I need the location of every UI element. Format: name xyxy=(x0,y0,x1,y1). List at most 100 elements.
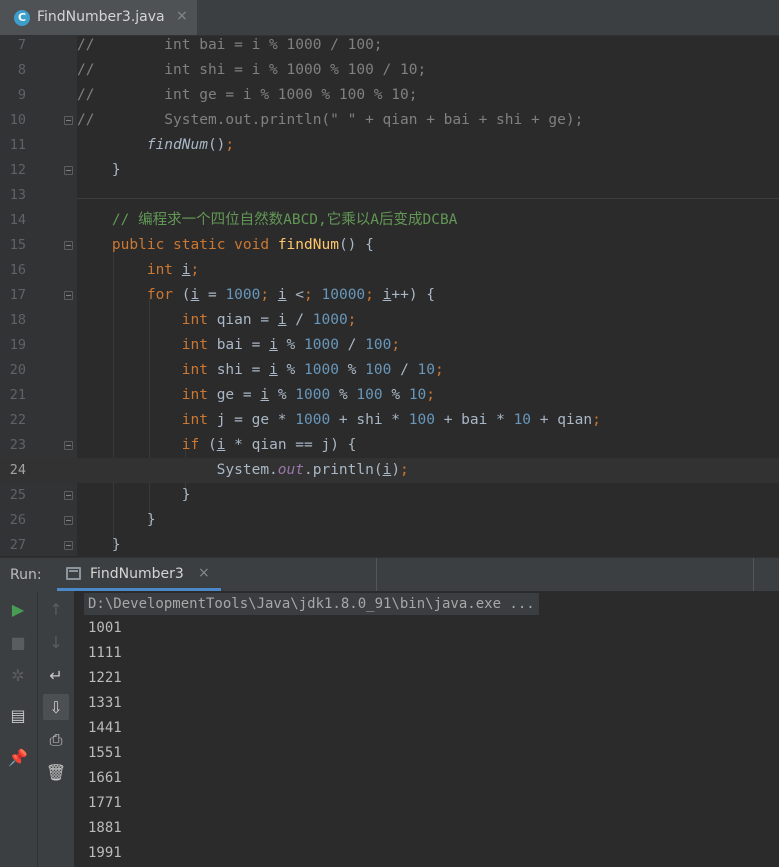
code-line[interactable]: 22 int j = ge * 1000 + shi * 100 + bai *… xyxy=(0,408,779,433)
code-line[interactable]: 12 } xyxy=(0,158,779,183)
run-toolbar-left: ▶ ■ ✲ ▤ 📌 xyxy=(0,591,37,867)
debug-bug-icon[interactable]: ✲ xyxy=(5,662,31,688)
line-number: 22 xyxy=(9,412,26,428)
layout-icon[interactable]: ▤ xyxy=(5,702,31,728)
code-text: // System.out.println(" " + qian + bai +… xyxy=(77,112,584,128)
run-tab-findnumber3[interactable]: FindNumber3 × xyxy=(57,558,221,591)
line-number: 16 xyxy=(9,262,26,278)
code-line[interactable]: 25 } xyxy=(0,483,779,508)
up-arrow-icon[interactable]: ↑ xyxy=(43,596,69,622)
code-line[interactable]: 17 for (i = 1000; i <; 10000; i++) { xyxy=(0,283,779,308)
close-icon[interactable]: × xyxy=(176,8,188,24)
soft-wrap-icon[interactable]: ↵ xyxy=(43,662,69,688)
code-text: int bai = i % 1000 / 100; xyxy=(181,337,401,353)
code-text: } xyxy=(77,512,156,528)
line-number: 7 xyxy=(17,37,26,53)
line-number: 25 xyxy=(9,487,26,503)
line-number: 11 xyxy=(9,137,26,153)
code-text: if (i * qian == j) { xyxy=(181,437,357,453)
code-line[interactable]: 13 xyxy=(0,183,779,208)
code-line[interactable]: 23 if (i * qian == j) { xyxy=(0,433,779,458)
code-line[interactable]: 21 int ge = i % 1000 % 100 % 10; xyxy=(0,383,779,408)
java-class-icon: C xyxy=(14,10,30,26)
console-output-line: 1991 xyxy=(88,845,122,861)
line-number: 17 xyxy=(9,287,26,303)
console-output[interactable]: D:\DevelopmentTools\Java\jdk1.8.0_91\bin… xyxy=(74,591,779,867)
code-text: } xyxy=(77,162,121,178)
trash-icon[interactable]: 🗑 xyxy=(43,759,69,785)
editor-tab-findnumber3[interactable]: C FindNumber3.java × xyxy=(0,0,197,35)
line-number: 26 xyxy=(9,512,26,528)
fold-marker-icon[interactable] xyxy=(64,441,73,450)
code-text: // 编程求一个四位自然数ABCD,它乘以A后变成DCBA xyxy=(77,212,458,228)
code-text: } xyxy=(77,537,121,553)
code-text: for (i = 1000; i <; 10000; i++) { xyxy=(146,287,436,303)
console-output-line: 1771 xyxy=(88,795,122,811)
code-text: // int ge = i % 1000 % 100 % 10; xyxy=(77,87,418,103)
code-line[interactable]: 11 findNum(); xyxy=(0,133,779,158)
scroll-to-end-icon[interactable]: ⇩ xyxy=(43,694,69,720)
divider xyxy=(753,558,754,591)
editor-tab-bar: C FindNumber3.java × xyxy=(0,0,779,36)
run-tab-title: FindNumber3 xyxy=(90,566,184,582)
rerun-icon[interactable]: ▶ xyxy=(5,596,31,622)
code-text: // int bai = i % 1000 / 100; xyxy=(77,37,383,53)
console-icon xyxy=(66,567,81,580)
code-line[interactable]: 16 int i; xyxy=(0,258,779,283)
line-number: 15 xyxy=(9,237,26,253)
line-number: 18 xyxy=(9,312,26,328)
console-output-line: 1551 xyxy=(88,745,122,761)
code-line[interactable]: 15 public static void findNum() { xyxy=(0,233,779,258)
code-text: System.out.println(i); xyxy=(77,462,409,478)
fold-marker-icon[interactable] xyxy=(64,516,73,525)
code-text: int ge = i % 1000 % 100 % 10; xyxy=(181,387,436,403)
run-panel-header: Run: FindNumber3 × xyxy=(0,557,779,592)
line-number: 8 xyxy=(17,62,26,78)
fold-marker-icon[interactable] xyxy=(64,541,73,550)
code-text: findNum(); xyxy=(146,137,235,153)
console-command-line[interactable]: D:\DevelopmentTools\Java\jdk1.8.0_91\bin… xyxy=(84,593,539,615)
fold-marker-icon[interactable] xyxy=(64,166,73,175)
console-output-line: 1441 xyxy=(88,720,122,736)
fold-marker-icon[interactable] xyxy=(64,491,73,500)
divider xyxy=(376,558,377,591)
fold-marker-icon[interactable] xyxy=(64,291,73,300)
code-line[interactable]: 24 System.out.println(i); xyxy=(0,458,779,483)
down-arrow-icon[interactable]: ↓ xyxy=(43,629,69,655)
pin-icon[interactable]: 📌 xyxy=(5,744,31,770)
code-editor[interactable]: 7 // int bai = i % 1000 / 100; 8 // int shi… xyxy=(0,36,779,556)
console-output-line: 1331 xyxy=(88,695,122,711)
code-line[interactable]: 10 // System.out.println(" " + qian + bai… xyxy=(0,108,779,133)
code-text: } xyxy=(77,487,191,503)
line-number: 9 xyxy=(17,87,26,103)
code-text: int j = ge * 1000 + shi * 100 + bai * 10… xyxy=(181,412,601,428)
run-label: Run: xyxy=(10,567,42,583)
code-line[interactable]: 18 int qian = i / 1000; xyxy=(0,308,779,333)
code-line[interactable]: 27 } xyxy=(0,533,779,556)
code-line[interactable]: 9 // int ge = i % 1000 % 100 % 10; xyxy=(0,83,779,108)
line-number: 10 xyxy=(9,112,26,128)
code-text: int shi = i % 1000 % 100 / 10; xyxy=(181,362,444,378)
console-output-line: 1221 xyxy=(88,670,122,686)
console-output-line: 1111 xyxy=(88,645,122,661)
line-number: 27 xyxy=(9,537,26,553)
code-text: int i; xyxy=(146,262,200,278)
run-toolbar-right: ↑ ↓ ↵ ⇩ ⎙ 🗑 xyxy=(37,591,74,867)
stop-icon[interactable]: ■ xyxy=(5,629,31,655)
fold-marker-icon[interactable] xyxy=(64,116,73,125)
code-text: // int shi = i % 1000 % 100 / 10; xyxy=(77,62,427,78)
code-line[interactable]: 14 // 编程求一个四位自然数ABCD,它乘以A后变成DCBA xyxy=(0,208,779,233)
editor-tab-title: FindNumber3.java xyxy=(37,9,165,25)
code-line[interactable]: 7 // int bai = i % 1000 / 100; xyxy=(0,36,779,58)
fold-marker-icon[interactable] xyxy=(64,241,73,250)
console-output-line: 1001 xyxy=(88,620,122,636)
line-number: 20 xyxy=(9,362,26,378)
close-icon[interactable]: × xyxy=(198,565,210,581)
code-line[interactable]: 19 int bai = i % 1000 / 100; xyxy=(0,333,779,358)
line-number: 19 xyxy=(9,337,26,353)
print-icon[interactable]: ⎙ xyxy=(43,727,69,753)
console-output-line: 1661 xyxy=(88,770,122,786)
code-line[interactable]: 8 // int shi = i % 1000 % 100 / 10; xyxy=(0,58,779,83)
code-line[interactable]: 20 int shi = i % 1000 % 100 / 10; xyxy=(0,358,779,383)
code-line[interactable]: 26 } xyxy=(0,508,779,533)
